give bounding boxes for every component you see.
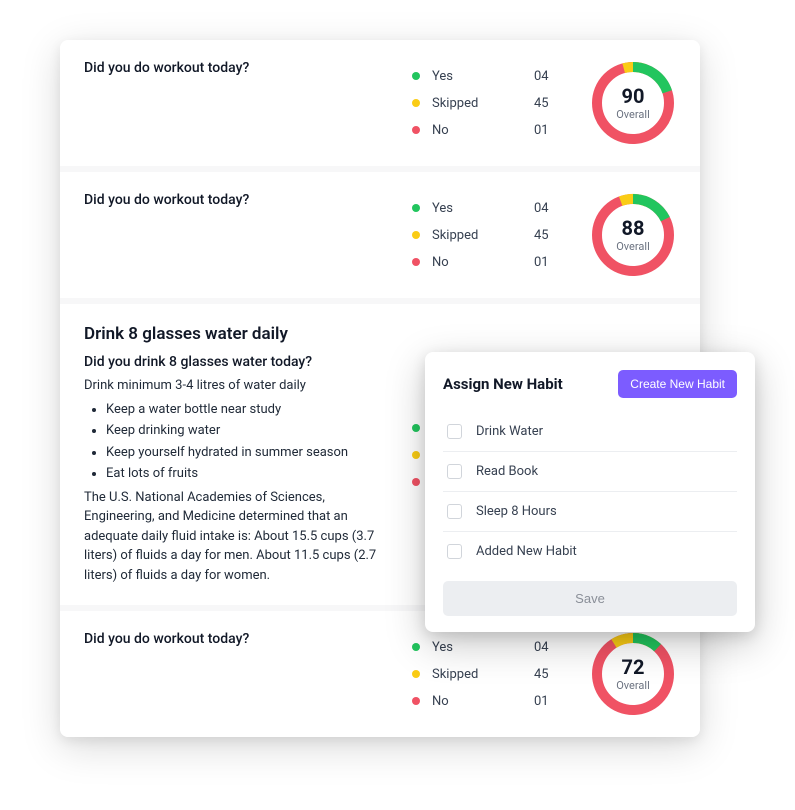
habit-bullet: Keep a water bottle near study [106, 400, 396, 420]
dot-green-icon [412, 424, 420, 432]
dot-yellow-icon [412, 670, 420, 678]
donut-score: 88 [622, 218, 645, 238]
habit-right: Yes 04 Skipped 45 No 01 [412, 631, 676, 717]
habit-left: Drink 8 glasses water daily Did you drin… [84, 324, 412, 585]
dot-yellow-icon [412, 231, 420, 239]
habit-option-label: Drink Water [476, 424, 543, 439]
stat-value: 01 [534, 255, 562, 270]
stat-label: No [432, 123, 534, 138]
habit-desc-line: Drink minimum 3-4 litres of water daily [84, 376, 396, 396]
dot-red-icon [412, 697, 420, 705]
habit-option[interactable]: Drink Water [443, 412, 737, 452]
habit-title: Drink 8 glasses water daily [84, 324, 396, 344]
habit-right: Yes 04 Skipped 45 No 01 [412, 60, 676, 146]
modal-title: Assign New Habit [443, 375, 563, 393]
stat-yes: Yes 04 [412, 201, 562, 216]
habit-question: Did you drink 8 glasses water today? [84, 354, 396, 370]
assign-habit-modal: Assign New Habit Create New Habit Drink … [425, 352, 755, 632]
habit-question: Did you do workout today? [84, 60, 396, 76]
habit-option[interactable]: Sleep 8 Hours [443, 492, 737, 532]
save-button[interactable]: Save [443, 581, 737, 616]
habit-left: Did you do workout today? [84, 192, 412, 278]
dot-yellow-icon [412, 451, 420, 459]
habit-stats: Yes 04 Skipped 45 No 01 [412, 69, 562, 138]
stat-skipped: Skipped 45 [412, 96, 562, 111]
stat-yes: Yes 04 [412, 69, 562, 84]
stat-skipped: Skipped 45 [412, 667, 562, 682]
dot-green-icon [412, 72, 420, 80]
checkbox-icon[interactable] [447, 424, 462, 439]
stat-label: No [432, 694, 534, 709]
donut-score: 72 [622, 657, 645, 677]
checkbox-icon[interactable] [447, 504, 462, 519]
habit-bullets: Keep a water bottle near study Keep drin… [84, 400, 396, 484]
habit-stats: Yes 04 Skipped 45 No 01 [412, 201, 562, 270]
habit-description: Drink minimum 3-4 litres of water daily … [84, 376, 396, 585]
stat-label: Skipped [432, 667, 534, 682]
stat-value: 45 [534, 96, 562, 111]
habit-row: Did you do workout today? Yes 04 Skipped… [60, 40, 700, 166]
modal-header: Assign New Habit Create New Habit [443, 370, 737, 398]
stat-value: 45 [534, 228, 562, 243]
stat-value: 01 [534, 123, 562, 138]
habit-right: Yes 04 Skipped 45 No 01 [412, 192, 676, 278]
stat-label: Yes [432, 201, 534, 216]
habit-bullet: Eat lots of fruits [106, 464, 396, 484]
dot-yellow-icon [412, 99, 420, 107]
dot-red-icon [412, 258, 420, 266]
stat-no: No 01 [412, 694, 562, 709]
donut-score: 90 [622, 86, 645, 106]
habit-option-label: Read Book [476, 464, 538, 479]
habit-bullet: Keep yourself hydrated in summer season [106, 443, 396, 463]
stat-value: 01 [534, 694, 562, 709]
stat-skipped: Skipped 45 [412, 228, 562, 243]
dot-red-icon [412, 478, 420, 486]
stat-value: 45 [534, 667, 562, 682]
create-new-habit-button[interactable]: Create New Habit [618, 370, 737, 398]
stat-value: 04 [534, 69, 562, 84]
overall-donut: 90 Overall [590, 60, 676, 146]
overall-donut: 72 Overall [590, 631, 676, 717]
stat-label: Skipped [432, 96, 534, 111]
checkbox-icon[interactable] [447, 544, 462, 559]
stat-yes: Yes 04 [412, 640, 562, 655]
stat-label: Yes [432, 69, 534, 84]
habit-left: Did you do workout today? [84, 631, 412, 717]
stat-label: Skipped [432, 228, 534, 243]
dot-green-icon [412, 204, 420, 212]
habit-left: Did you do workout today? [84, 60, 412, 146]
habit-question: Did you do workout today? [84, 631, 396, 647]
habit-option[interactable]: Read Book [443, 452, 737, 492]
stat-label: Yes [432, 640, 534, 655]
dot-green-icon [412, 643, 420, 651]
stat-value: 04 [534, 201, 562, 216]
stat-no: No 01 [412, 255, 562, 270]
habit-option-label: Sleep 8 Hours [476, 504, 557, 519]
stat-label: No [432, 255, 534, 270]
habit-stats: Yes 04 Skipped 45 No 01 [412, 640, 562, 709]
overall-donut: 88 Overall [590, 192, 676, 278]
stat-value: 04 [534, 640, 562, 655]
checkbox-icon[interactable] [447, 464, 462, 479]
habit-option-label: Added New Habit [476, 544, 577, 559]
dot-red-icon [412, 126, 420, 134]
donut-label: Overall [616, 679, 650, 692]
habit-row: Did you do workout today? Yes 04 Skipped… [60, 172, 700, 298]
habit-option[interactable]: Added New Habit [443, 532, 737, 571]
donut-label: Overall [616, 240, 650, 253]
habit-desc-para: The U.S. National Academies of Sciences,… [84, 488, 396, 586]
donut-label: Overall [616, 108, 650, 121]
habit-bullet: Keep drinking water [106, 421, 396, 441]
habit-question: Did you do workout today? [84, 192, 396, 208]
stat-no: No 01 [412, 123, 562, 138]
